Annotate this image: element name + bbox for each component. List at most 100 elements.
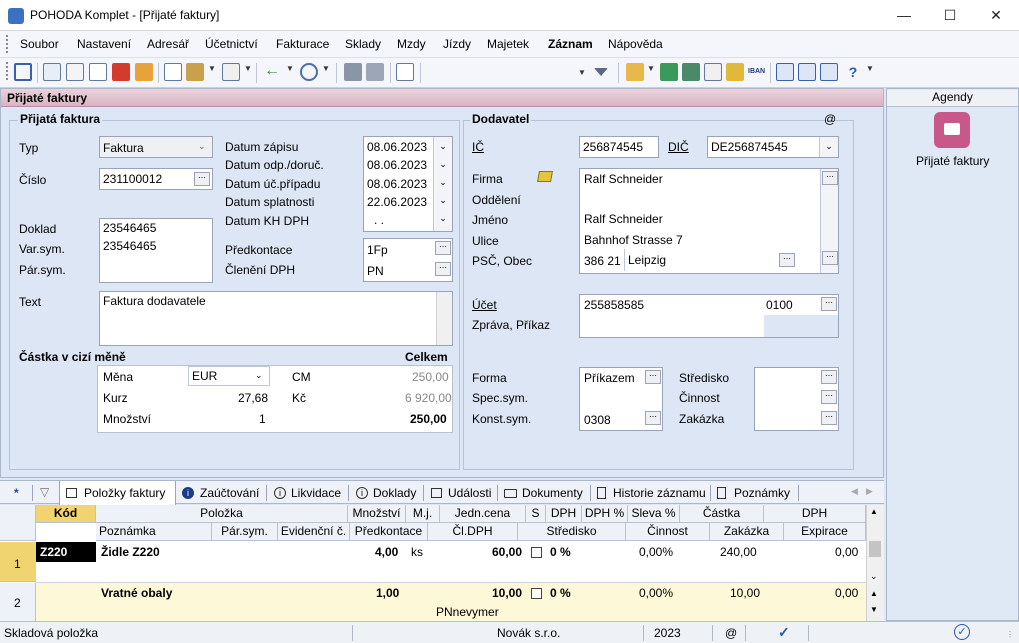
firma-ellipsis-button[interactable]: ⋯ [822,171,838,185]
datum-uc-field[interactable]: 08.06.2023 [367,177,427,191]
chevron-double-up-icon[interactable]: ▲ [870,589,878,598]
doklad-box[interactable]: 23546465 23546465 [99,218,213,283]
email-at-icon[interactable]: @ [824,112,836,126]
resize-grip[interactable]: ⋮ [1006,630,1014,639]
print-preview-icon[interactable] [89,63,107,81]
cislo-ellipsis-button[interactable]: ⋯ [194,172,210,186]
menu-fakturace[interactable]: Fakturace [276,37,329,51]
datum-spl-field[interactable]: 22.06.2023 [367,195,427,209]
col-kod[interactable]: Kód [36,505,96,523]
menu-sklady[interactable]: Sklady [345,37,381,51]
tab-udalosti[interactable]: Události [448,486,491,500]
tab-historie[interactable]: Historie záznamu [613,486,706,500]
chevron-down-icon[interactable]: ⌄ [434,191,452,209]
doklad-field[interactable]: 23546465 [103,221,209,235]
row-sleva[interactable]: 0,00% [639,586,673,600]
col-mnozstvi[interactable]: Množství [348,505,406,523]
col-jedn-cena[interactable]: Jedn.cena [440,505,526,523]
row-dph[interactable]: 0,00 [835,586,858,600]
col-evidencni[interactable]: Evidenční č. [278,523,350,541]
filter-icon[interactable]: ▽ [40,485,49,499]
money-icon[interactable] [660,63,678,81]
row-dph-pct[interactable]: 0 % [550,545,571,559]
firma-field[interactable]: Ralf Schneider [584,172,663,186]
obec-ellipsis-button[interactable]: ⋯ [779,253,795,267]
menu-soubor[interactable]: Soubor [20,37,59,51]
tabs-scroll-right[interactable]: ▶ [866,486,873,497]
filter-icon[interactable] [594,68,608,76]
iban-icon[interactable]: IBAN [748,63,766,81]
col-expirace[interactable]: Expirace [784,523,866,541]
predkontace-field[interactable]: 1Fp [367,243,388,257]
row-dph-pct[interactable]: 0 % [550,586,571,600]
chevron-down-icon[interactable]: ⌄ [434,155,452,173]
window-cascade-icon[interactable] [820,63,838,81]
coins-icon[interactable] [726,63,744,81]
scroll-thumb[interactable] [869,541,881,557]
kod-banky-field[interactable]: 0100 [766,298,793,312]
export-icon[interactable] [135,63,153,81]
chevron-down-icon[interactable]: ⌄ [870,571,878,582]
datum-odp-field[interactable]: 08.06.2023 [367,158,427,172]
copy-icon[interactable] [43,63,61,81]
row-cena[interactable]: 60,00 [492,545,522,559]
row-mnozstvi[interactable]: 4,00 [375,545,398,559]
row-cl-dph[interactable]: PNnevymer [436,605,499,619]
ucet-ellipsis-button[interactable]: ⋯ [821,297,837,311]
col-mj[interactable]: M.j. [406,505,440,523]
maximize-button[interactable]: ☐ [927,0,973,31]
datum-kh-field[interactable]: . . [374,213,384,227]
dic-label[interactable]: DIČ [668,140,689,154]
brush-icon[interactable] [186,63,204,81]
row-polozka[interactable]: Vratné obaly [101,586,172,600]
col-s[interactable]: S [526,505,546,523]
chevron-down-icon[interactable]: ⌄ [434,173,452,191]
row-castka[interactable]: 240,00 [720,545,757,559]
col-zakazka[interactable]: Zakázka [710,523,784,541]
ucet-field[interactable]: 255858585 [584,298,644,312]
jmeno-field[interactable]: Ralf Schneider [584,212,663,226]
konst-field[interactable]: 0308 [584,413,611,427]
konst-ellipsis-button[interactable]: ⋯ [645,411,661,425]
new-document-icon[interactable] [164,63,182,81]
row-castka[interactable]: 10,00 [730,586,760,600]
col-dph[interactable]: DPH [546,505,582,523]
menu-zaznam[interactable]: Záznam [548,37,593,51]
typ-select[interactable]: Faktura [99,136,213,158]
tab-poznamky[interactable]: Poznámky [734,486,790,500]
row-kod[interactable]: Z220 [40,545,67,559]
col-stredisko[interactable]: Středisko [518,523,626,541]
predkontace-ellipsis-button[interactable]: ⋯ [435,241,451,255]
zakazka-ellipsis-button[interactable]: ⋯ [821,411,837,425]
row-checkbox[interactable] [531,547,542,558]
chevron-up-icon[interactable]: ▲ [870,507,878,516]
kurz-field[interactable]: 27,68 [238,391,268,405]
row-polozka[interactable]: Židle Z220 [101,545,160,559]
minimize-button[interactable]: — [881,0,927,31]
cleneni-field[interactable]: PN [367,264,384,278]
print-icon[interactable] [66,63,84,81]
window-tile-icon[interactable] [798,63,816,81]
col-cl-dph[interactable]: Čl.DPH [428,523,518,541]
window-list-icon[interactable] [776,63,794,81]
stredisko-ellipsis-button[interactable]: ⋯ [821,370,837,384]
ic-field[interactable]: 256874545 [579,136,659,158]
row-cena[interactable]: 10,00 [492,586,522,600]
qr-icon[interactable] [222,63,240,81]
cleneni-ellipsis-button[interactable]: ⋯ [435,262,451,276]
row-dph[interactable]: 0,00 [835,545,858,559]
row-checkbox[interactable] [531,588,542,599]
tab-zauctovani[interactable]: Zaúčtování [200,486,259,500]
back-arrow-icon[interactable]: ← [264,63,282,81]
col-cinnost[interactable]: Činnost [626,523,710,541]
col-dph-pct[interactable]: DPH % [582,505,628,523]
window-icon[interactable] [14,63,32,81]
row-mj[interactable]: ks [411,545,423,559]
psc-field[interactable]: 386 21 [584,254,621,268]
col-dph-amount[interactable]: DPH [764,505,866,523]
row-sleva[interactable]: 0,00% [639,545,673,559]
col-polozka[interactable]: Položka [96,505,348,523]
col-poznamka[interactable]: Poznámka [96,523,212,541]
menu-ucetnictvi[interactable]: Účetnictví [205,37,258,51]
chevron-down-icon[interactable]: ⌄ [434,137,452,155]
